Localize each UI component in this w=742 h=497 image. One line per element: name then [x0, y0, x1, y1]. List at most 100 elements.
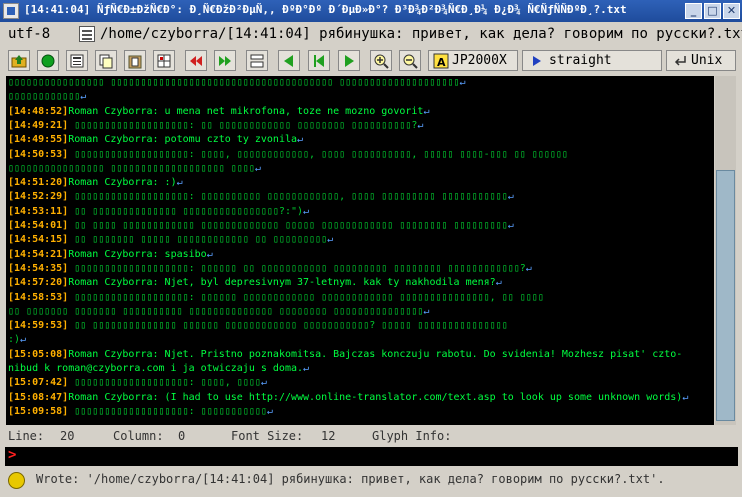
editor-line: [14:59:53] ▯▯ ▯▯▯▯▯▯▯▯▯▯▯▯▯▯ ▯▯▯▯▯▯ ▯▯▯▯… — [8, 319, 508, 332]
editor-line: [14:53:11] ▯▯ ▯▯▯▯▯▯▯▯▯▯▯▯▯▯ ▯▯▯▯▯▯▯▯▯▯▯… — [8, 205, 309, 218]
triangle-left-icon — [284, 54, 293, 67]
editor-line-ts: [14:54:35] — [8, 262, 69, 274]
editor-line: ▯▯▯▯▯▯▯▯▯▯▯▯▯▯▯▯ ▯▯▯▯▯▯▯▯▯▯▯▯▯▯▯▯▯▯▯▯▯▯▯… — [8, 76, 466, 89]
editor-line-msg: :) — [158, 177, 177, 189]
encoding-label[interactable]: utf-8 — [8, 26, 50, 42]
text-editor[interactable]: ▯▯▯▯▯▯▯▯▯▯▯▯▯▯▯▯ ▯▯▯▯▯▯▯▯▯▯▯▯▯▯▯▯▯▯▯▯▯▯▯… — [6, 76, 714, 425]
editor-line-eol: ↵ — [423, 305, 430, 317]
editor-line: ▯▯▯▯▯▯▯▯▯▯▯▯↵ — [8, 90, 86, 103]
editor-line: [14:57:20]Roman Czyborra: Njet, byl depr… — [8, 276, 502, 289]
editor-line-garb: ▯▯▯▯▯▯▯▯▯▯▯▯▯▯▯▯▯▯▯: ▯▯▯▯, ▯▯▯▯▯▯▯▯▯▯▯▯,… — [68, 148, 568, 160]
zoom-out-button[interactable] — [399, 50, 421, 71]
editor-line: ▯▯▯▯▯▯▯▯▯▯▯▯▯▯▯▯ ▯▯▯▯▯▯▯▯▯▯▯▯▯▯▯▯▯▯▯ ▯▯▯… — [8, 162, 261, 175]
editor-line-ts: [14:52:29] — [8, 191, 69, 203]
editor-line-ts: [14:48:52] — [8, 105, 69, 117]
close-button[interactable]: ✕ — [723, 3, 740, 19]
prev-button[interactable] — [278, 50, 300, 71]
editor-line: [15:09:58] ▯▯▯▯▯▯▯▯▯▯▯▯▯▯▯▯▯▯▯: ▯▯▯▯▯▯▯▯… — [8, 405, 273, 418]
editor-line-garb: :) — [8, 334, 21, 346]
title-bar: [14:41:04] ÑƒÑ€Ð±ÐžÑ€Ð°: Ð¸Ñ€ÐžÐ²ÐµÑ‚, Ð… — [0, 0, 742, 22]
editor-line-eol: ↵ — [459, 77, 466, 88]
file-path: /home/czyborra/[14:41:04] рябинушка: при… — [100, 26, 742, 42]
scrollbar-thumb[interactable] — [716, 170, 735, 421]
window-title: [14:41:04] ÑƒÑ€Ð±ÐžÑ€Ð°: Ð¸Ñ€ÐžÐ²ÐµÑ‚, Ð… — [24, 3, 627, 16]
next-button[interactable] — [338, 50, 360, 71]
editor-line-ts: [14:54:01] — [8, 220, 69, 231]
paste-button[interactable] — [124, 50, 146, 71]
save-button[interactable] — [66, 50, 88, 71]
editor-line-ts: [15:07:42] — [8, 377, 69, 389]
document-icon — [79, 26, 95, 42]
mode-button[interactable]: straight — [522, 50, 662, 71]
copy-button[interactable] — [95, 50, 117, 71]
command-line[interactable]: > — [5, 447, 738, 466]
editor-line-eol: ↵ — [266, 405, 273, 417]
editor-line-ts: [15:05:08] — [8, 348, 69, 360]
editor-line-ts: [15:08:47] — [8, 391, 69, 403]
vertical-scrollbar[interactable] — [715, 76, 736, 425]
grid-icon — [157, 54, 171, 67]
layout-icon — [250, 54, 264, 67]
zoom-out-icon — [403, 54, 418, 69]
editor-line: [15:05:08]Roman Czyborra: Njet. Pristno … — [8, 348, 682, 361]
editor-line-eol: ↵ — [303, 363, 310, 374]
editor-line-garb: ▯▯ ▯▯▯▯▯▯▯ ▯▯▯▯▯▯▯ ▯▯▯▯▯▯▯▯▯▯ ▯▯▯▯▯▯▯▯▯▯… — [8, 305, 424, 317]
editor-line-ts: [14:49:55] — [8, 134, 69, 146]
font-button-label: JP2000X — [452, 53, 507, 68]
font-button[interactable]: A JP2000X — [428, 50, 518, 71]
toolbar: A JP2000X straight Unix — [0, 48, 742, 74]
editor-line-eol: ↵ — [303, 205, 310, 217]
app-icon[interactable] — [3, 3, 19, 19]
font-icon: A — [433, 53, 449, 69]
layout-button[interactable] — [246, 50, 268, 71]
editor-line-eol: ↵ — [297, 134, 304, 146]
editor-line-name: Roman Czyborra: — [68, 105, 159, 117]
editor-line-name: Roman Czyborra: — [68, 177, 159, 189]
editor-line-ts: [14:59:53] — [8, 320, 69, 332]
line-end-button[interactable]: Unix — [666, 50, 736, 71]
editor-line-garb: ▯▯▯▯▯▯▯▯▯▯▯▯▯▯▯▯▯▯▯: ▯▯▯▯, ▯▯▯▯ — [68, 377, 261, 389]
editor-line-eol: ↵ — [20, 334, 27, 346]
rewind-button[interactable] — [185, 50, 207, 71]
line-value: 20 — [60, 429, 75, 443]
editor-line: nibud k roman@czyborra.com i ja otwiczaj… — [8, 362, 309, 375]
copy-icon — [99, 54, 113, 68]
editor-line-name: Roman Czyborra: — [68, 134, 159, 146]
zoom-in-button[interactable] — [370, 50, 392, 71]
open-button[interactable] — [8, 50, 30, 71]
play-icon — [533, 55, 541, 66]
editor-line-garb: ▯▯▯▯▯▯▯▯▯▯▯▯▯▯▯▯▯▯▯: ▯▯▯▯▯▯▯▯▯▯ ▯▯▯▯▯▯▯▯… — [68, 191, 508, 203]
editor-line-garb: ▯▯▯▯▯▯▯▯▯▯▯▯▯▯▯▯ ▯▯▯▯▯▯▯▯▯▯▯▯▯▯▯▯▯▯▯ ▯▯▯… — [8, 162, 255, 174]
path-bar: utf-8 /home/czyborra/[14:41:04] рябинушк… — [0, 22, 742, 48]
triangle-right-icon — [345, 54, 354, 67]
font-size-value: 12 — [321, 429, 336, 443]
message-bar: Wrote: '/home/czyborra/[14:41:04] рябину… — [0, 469, 742, 493]
forward-button[interactable] — [214, 50, 236, 71]
editor-line-msg: spasibo — [158, 248, 207, 260]
editor-line-garb: ▯▯ ▯▯▯▯ ▯▯▯▯▯▯▯▯▯▯▯▯ ▯▯▯▯▯▯▯▯▯▯▯▯▯ ▯▯▯▯▯… — [68, 220, 508, 231]
minimize-button[interactable]: _ — [685, 3, 702, 19]
maximize-button[interactable]: □ — [704, 3, 721, 19]
editor-line: [14:49:55]Roman Czyborra: potomu czto ty… — [8, 133, 303, 146]
grid-button[interactable] — [153, 50, 175, 71]
editor-line-garb: ▯▯▯▯▯▯▯▯▯▯▯▯▯▯▯▯▯▯▯: ▯▯▯▯▯▯▯▯▯▯▯ — [68, 405, 267, 417]
editor-line-eol: ↵ — [206, 248, 213, 260]
editor-line-garb: ▯▯▯▯▯▯▯▯▯▯▯▯▯▯▯▯ ▯▯▯▯▯▯▯▯▯▯▯▯▯▯▯▯▯▯▯▯▯▯▯… — [8, 77, 460, 88]
editor-line: :)↵ — [8, 333, 26, 346]
editor-line: [14:49:21] ▯▯▯▯▯▯▯▯▯▯▯▯▯▯▯▯▯▯▯: ▯▯ ▯▯▯▯▯… — [8, 119, 423, 132]
editor-line-eol: ↵ — [495, 277, 502, 289]
editor-line-msg: potomu czto ty zvonila — [158, 134, 298, 146]
record-button[interactable] — [37, 50, 59, 71]
editor-line-name: Roman Czyborra: — [68, 348, 159, 360]
first-button[interactable] — [308, 50, 330, 71]
message-text: Wrote: '/home/czyborra/[14:41:04] рябину… — [36, 472, 665, 486]
editor-line-garb: ▯▯▯▯▯▯▯▯▯▯▯▯▯▯▯▯▯▯▯: ▯▯▯▯▯▯ ▯▯ ▯▯▯▯▯▯▯▯▯… — [68, 262, 526, 274]
editor-line-eol: ↵ — [254, 162, 261, 174]
editor-line-eol: ↵ — [423, 105, 430, 117]
paste-icon — [128, 55, 142, 68]
column-value: 0 — [178, 429, 186, 443]
editor-line-ts: [14:50:53] — [8, 148, 69, 160]
return-icon — [674, 55, 686, 66]
save-icon — [70, 54, 84, 67]
editor-line: [14:54:35] ▯▯▯▯▯▯▯▯▯▯▯▯▯▯▯▯▯▯▯: ▯▯▯▯▯▯ ▯… — [8, 262, 532, 275]
